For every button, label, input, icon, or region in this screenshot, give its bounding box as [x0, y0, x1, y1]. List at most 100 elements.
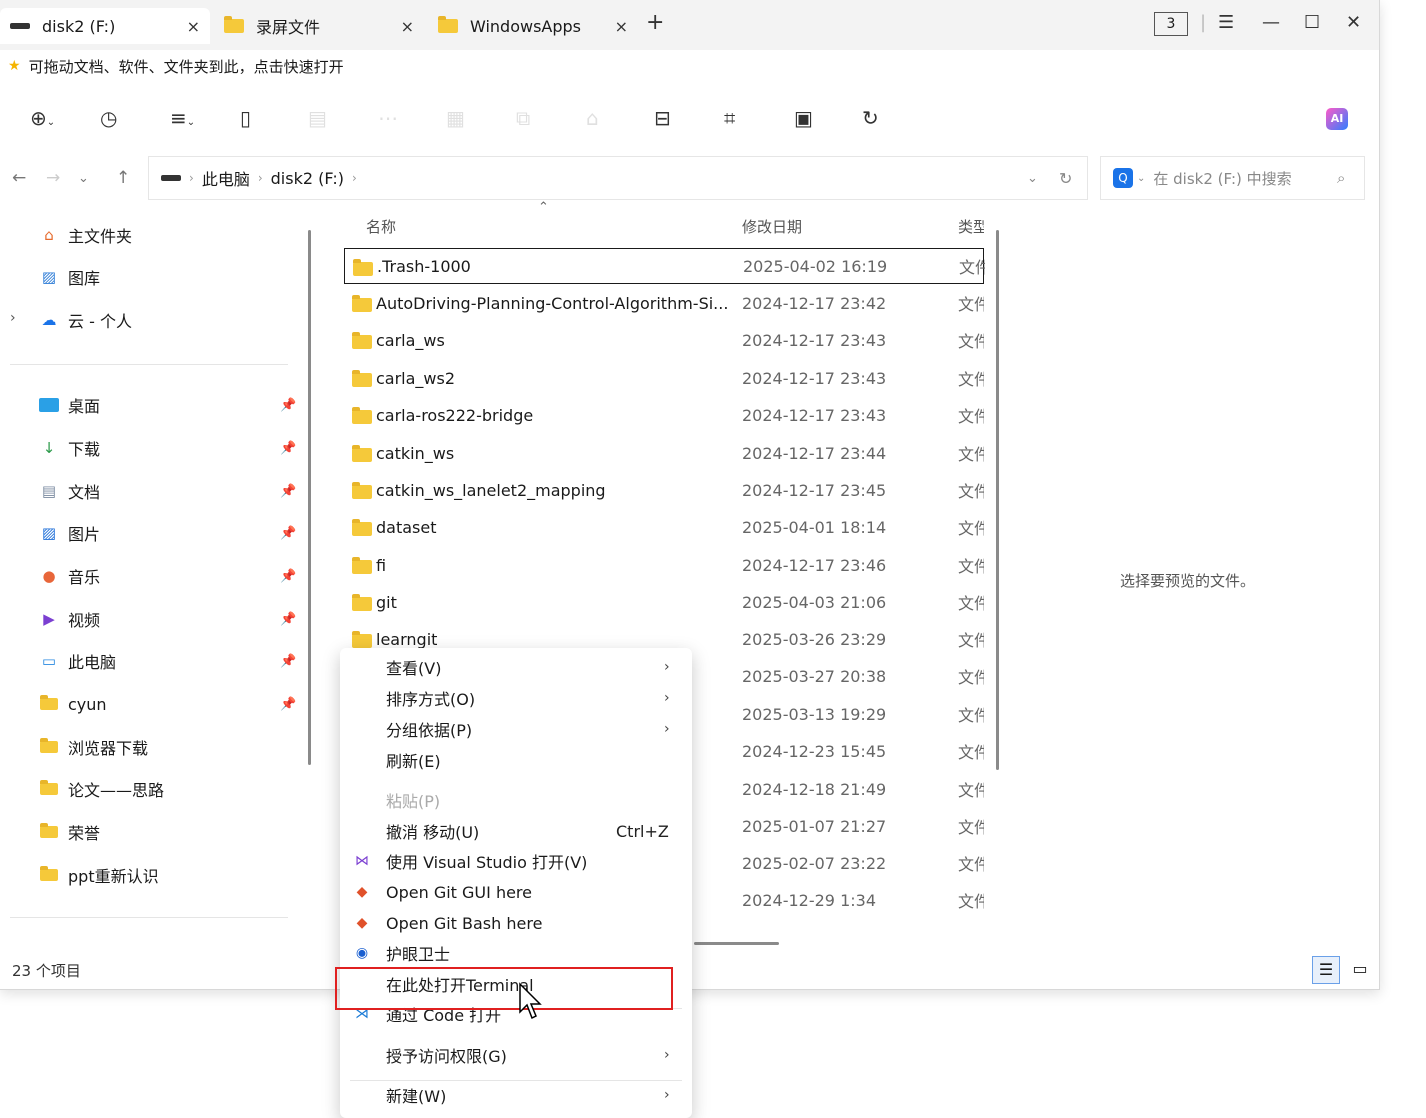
file-row[interactable]: catkin_ws_lanelet2_mapping 2024-12-17 23:… — [344, 472, 984, 508]
new-tab-button[interactable]: + — [646, 10, 664, 35]
forward-arrow-icon[interactable]: → — [46, 168, 60, 188]
pin-icon[interactable]: 📌 — [280, 526, 296, 541]
sidebar-item-this-pc[interactable]: ▭ 此电脑 — [38, 646, 116, 676]
menu-item[interactable]: 粘贴(P) — [340, 785, 692, 815]
search-icon[interactable]: ⌕ — [1337, 169, 1345, 187]
pin-icon[interactable]: 📌 — [280, 398, 296, 413]
tiles-view-icon[interactable]: ▭ — [1346, 956, 1374, 984]
sidebar-item-pictures[interactable]: ▨ 图片 — [38, 518, 100, 548]
rename-icon[interactable]: ⧉ — [516, 106, 530, 130]
sidebar-item-ppt[interactable]: ppt重新认识 — [38, 860, 159, 890]
file-row[interactable]: fi 2024-12-17 23:46 文件 — [344, 547, 984, 583]
view-list-icon[interactable]: ≡⌄ — [170, 106, 195, 130]
crop-icon[interactable]: ⌗ — [724, 106, 735, 130]
sidebar-item-cyun[interactable]: cyun — [38, 689, 107, 719]
file-row[interactable]: .Trash-1000 2025-04-02 16:19 文件 — [344, 248, 985, 284]
column-header-name[interactable]: 名称 — [366, 216, 396, 237]
up-arrow-icon[interactable]: ↑ — [116, 168, 130, 188]
menu-item[interactable]: ◉ 护眼卫士 — [340, 938, 692, 968]
menu-item[interactable]: 排序方式(O) › — [340, 683, 692, 713]
file-date: 2024-12-17 23:45 — [742, 480, 887, 500]
sidebar-item-gallery[interactable]: ▨ 图库 — [38, 262, 100, 292]
history-chevron-icon[interactable]: ⌄ — [78, 171, 89, 186]
sidebar-scrollbar[interactable] — [308, 230, 311, 765]
sidebar-item-downloads[interactable]: ↓ 下载 — [38, 433, 100, 463]
menu-item[interactable]: ◆ Open Git Bash here — [340, 908, 692, 938]
menu-item[interactable]: 查看(V) › — [340, 652, 692, 682]
minimize-button[interactable]: — — [1262, 12, 1280, 33]
file-date: 2024-12-18 21:49 — [742, 779, 887, 799]
menu-item[interactable]: 授予访问权限(G) › — [340, 1040, 692, 1070]
search-engine-dropdown-icon[interactable]: ⌄ — [1137, 173, 1145, 184]
tab-recordings[interactable]: 录屏文件 × — [214, 8, 424, 44]
menu-item[interactable]: 新建(W) › — [340, 1080, 692, 1110]
menu-item[interactable]: 刷新(E) — [340, 745, 692, 775]
sidebar-item-browser-downloads[interactable]: 浏览器下载 — [38, 732, 148, 762]
close-tab-icon[interactable]: × — [615, 17, 628, 36]
new-window-icon[interactable]: ⊟ — [654, 106, 671, 130]
pin-icon[interactable]: 📌 — [280, 484, 296, 499]
sidebar-item-cloud[interactable]: ☁ 云 - 个人 — [38, 305, 132, 335]
file-list-scrollbar[interactable] — [996, 230, 999, 770]
pin-icon[interactable]: 📌 — [280, 569, 296, 584]
delete-icon[interactable]: ⌂ — [586, 106, 599, 130]
new-item-icon[interactable]: ⊕⌄ — [30, 106, 55, 130]
copy-icon[interactable]: ⋯ — [378, 106, 398, 130]
menu-item[interactable]: 撤消 移动(U) Ctrl+Z — [340, 816, 692, 846]
pin-icon[interactable]: 📌 — [280, 654, 296, 669]
sidebar-item-home[interactable]: ⌂ 主文件夹 — [38, 220, 132, 250]
quick-open-bar[interactable]: ★ 可拖动文档、软件、文件夹到此，点击快速打开 — [0, 50, 1379, 82]
menu-item[interactable]: 分组依据(P) › — [340, 714, 692, 744]
sidebar-item-label: 主文件夹 — [68, 227, 133, 246]
preview-pane-message: 选择要预览的文件。 — [1120, 572, 1256, 590]
menu-icon[interactable]: ☰ — [1218, 12, 1234, 33]
ai-button[interactable]: AI — [1326, 108, 1348, 130]
sidebar-item-desktop[interactable]: 桌面 — [38, 390, 100, 420]
file-row[interactable]: dataset 2025-04-01 18:14 文件 — [344, 509, 984, 545]
sidebar-item-label: 文档 — [68, 483, 101, 502]
column-header-date[interactable]: 修改日期 — [742, 216, 802, 237]
close-tab-icon[interactable]: × — [187, 17, 200, 36]
expand-chevron-icon[interactable]: › — [10, 310, 16, 326]
horizontal-scrollbar[interactable] — [694, 942, 779, 945]
details-view-icon[interactable]: ☰ — [1312, 956, 1340, 984]
pin-icon[interactable]: 📌 — [280, 441, 296, 456]
file-row[interactable]: carla_ws 2024-12-17 23:43 文件 — [344, 322, 984, 358]
file-row[interactable]: carla-ros222-bridge 2024-12-17 23:43 文件 — [344, 397, 984, 433]
file-row[interactable]: AutoDriving-Planning-Control-Algorithm-S… — [344, 285, 984, 321]
tab-disk2[interactable]: disk2 (F:) × — [0, 8, 210, 44]
search-engine-icon[interactable]: Q — [1113, 168, 1133, 188]
notes-icon[interactable]: ▣ — [794, 106, 813, 130]
close-window-button[interactable]: ✕ — [1346, 12, 1361, 33]
pin-icon[interactable]: 📌 — [280, 697, 296, 712]
sidebar-item-documents[interactable]: ▤ 文档 — [38, 476, 100, 506]
sidebar-item-thesis[interactable]: 论文——思路 — [38, 774, 164, 804]
pane-toggle-icon[interactable]: ▯ — [240, 106, 251, 130]
sync-icon[interactable]: ↻ — [862, 106, 879, 130]
search-box[interactable]: Q ⌄ 在 disk2 (F:) 中搜索 ⌕ — [1100, 156, 1365, 200]
cut-icon[interactable]: ▤ — [308, 106, 327, 130]
address-dropdown-icon[interactable]: ⌄ — [1027, 171, 1038, 186]
sidebar-item-honors[interactable]: 荣誉 — [38, 817, 100, 847]
file-row[interactable]: catkin_ws 2024-12-17 23:44 文件 — [344, 435, 984, 471]
maximize-button[interactable]: ☐ — [1304, 12, 1320, 33]
refresh-icon[interactable]: ↻ — [1059, 169, 1072, 188]
window-count-badge[interactable]: 3 — [1154, 12, 1188, 36]
recent-clock-icon[interactable]: ◷ — [100, 106, 117, 130]
paste-icon[interactable]: ▦ — [446, 106, 465, 130]
sidebar-item-videos[interactable]: ▶ 视频 — [38, 604, 100, 634]
file-type: 文件 — [958, 295, 984, 314]
menu-item[interactable]: ◆ Open Git GUI here — [340, 877, 692, 907]
address-bar[interactable]: › 此电脑 › disk2 (F:) › ⌄ ↻ — [148, 156, 1088, 200]
file-row[interactable]: git 2025-04-03 21:06 文件 — [344, 584, 984, 620]
sidebar-item-music[interactable]: ● 音乐 — [38, 561, 100, 591]
tab-windowsapps[interactable]: WindowsApps × — [428, 8, 638, 44]
back-arrow-icon[interactable]: ← — [12, 168, 26, 188]
menu-item[interactable]: ⋈ 使用 Visual Studio 打开(V) — [340, 846, 692, 876]
file-row[interactable]: carla_ws2 2024-12-17 23:43 文件 — [344, 360, 984, 396]
column-header-type[interactable]: 类型 — [958, 216, 984, 237]
breadcrumb-drive[interactable]: disk2 (F:) — [271, 169, 344, 188]
pin-icon[interactable]: 📌 — [280, 612, 296, 627]
breadcrumb-this-pc[interactable]: 此电脑 — [202, 166, 250, 190]
close-tab-icon[interactable]: × — [401, 17, 414, 36]
